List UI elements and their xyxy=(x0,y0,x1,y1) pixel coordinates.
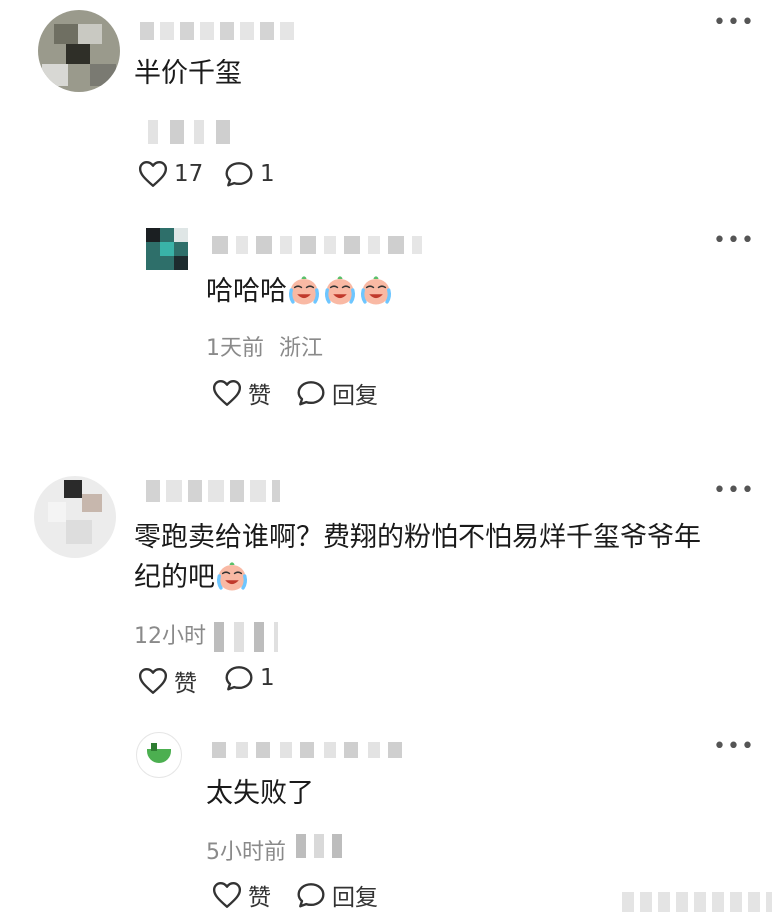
avatar[interactable] xyxy=(146,228,188,270)
heart-icon xyxy=(212,379,242,407)
location: 浙江 xyxy=(279,336,324,361)
comment-text-line1: 零跑卖给谁啊？费翔的粉怕不怕易烊千玺爷爷年 xyxy=(134,522,701,553)
comment-meta-blurred xyxy=(148,120,240,144)
location-blurred xyxy=(214,622,278,652)
more-dots-icon[interactable]: ••• xyxy=(713,230,755,252)
reply-label: 回复 xyxy=(332,885,378,911)
avatar[interactable] xyxy=(38,10,120,92)
like-label: 赞 xyxy=(248,885,271,911)
avatar[interactable] xyxy=(136,732,182,778)
laughing-crying-emoji xyxy=(215,559,249,593)
username-blurred[interactable] xyxy=(212,236,422,254)
username-blurred[interactable] xyxy=(140,22,300,40)
timestamp: 1天前 xyxy=(206,336,264,361)
username-blurred[interactable] xyxy=(212,742,402,758)
reply-text: 哈哈哈 xyxy=(206,272,395,312)
reply-button[interactable]: 回复 xyxy=(296,878,378,912)
reply-meta: 1天前 浙江 xyxy=(206,330,323,362)
more-dots-icon[interactable]: ••• xyxy=(713,12,755,34)
like-button[interactable]: 赞 xyxy=(212,376,271,410)
reply-text: 太失败了 xyxy=(206,778,314,809)
username-blurred[interactable] xyxy=(146,480,280,502)
reply-button[interactable]: 回复 xyxy=(296,376,378,410)
heart-icon xyxy=(138,160,168,188)
timestamp: 5小时前 xyxy=(206,840,286,865)
reply-count: 1 xyxy=(260,161,275,187)
more-dots-icon[interactable]: ••• xyxy=(713,736,755,758)
avatar[interactable] xyxy=(34,476,116,558)
more-dots-icon[interactable]: ••• xyxy=(713,480,755,502)
comment-bubble-icon xyxy=(224,664,254,692)
like-button[interactable]: 赞 xyxy=(212,878,271,912)
comment-bubble-icon xyxy=(224,160,254,188)
laughing-crying-emoji xyxy=(287,273,321,307)
location-blurred xyxy=(296,834,346,858)
laughing-crying-emoji xyxy=(359,273,393,307)
comment-bubble-icon xyxy=(296,379,326,407)
timestamp: 12小时 xyxy=(134,624,206,649)
like-count: 17 xyxy=(174,161,204,187)
reply-button[interactable]: 1 xyxy=(224,664,275,692)
reply-label: 回复 xyxy=(332,383,378,409)
like-label: 赞 xyxy=(174,671,197,697)
heart-icon xyxy=(138,667,168,695)
reply-button[interactable]: 1 xyxy=(224,160,275,188)
heart-icon xyxy=(212,881,242,909)
like-label: 赞 xyxy=(248,383,271,409)
comment-text: 半价千玺 xyxy=(134,58,242,89)
reply-count: 1 xyxy=(260,665,275,691)
watermark-blurred xyxy=(622,892,772,912)
laughing-crying-emoji xyxy=(323,273,357,307)
like-button[interactable]: 17 xyxy=(138,160,203,188)
comment-bubble-icon xyxy=(296,881,326,909)
like-button[interactable]: 赞 xyxy=(138,664,197,698)
comment-text-line2: 纪的吧 xyxy=(134,558,251,598)
